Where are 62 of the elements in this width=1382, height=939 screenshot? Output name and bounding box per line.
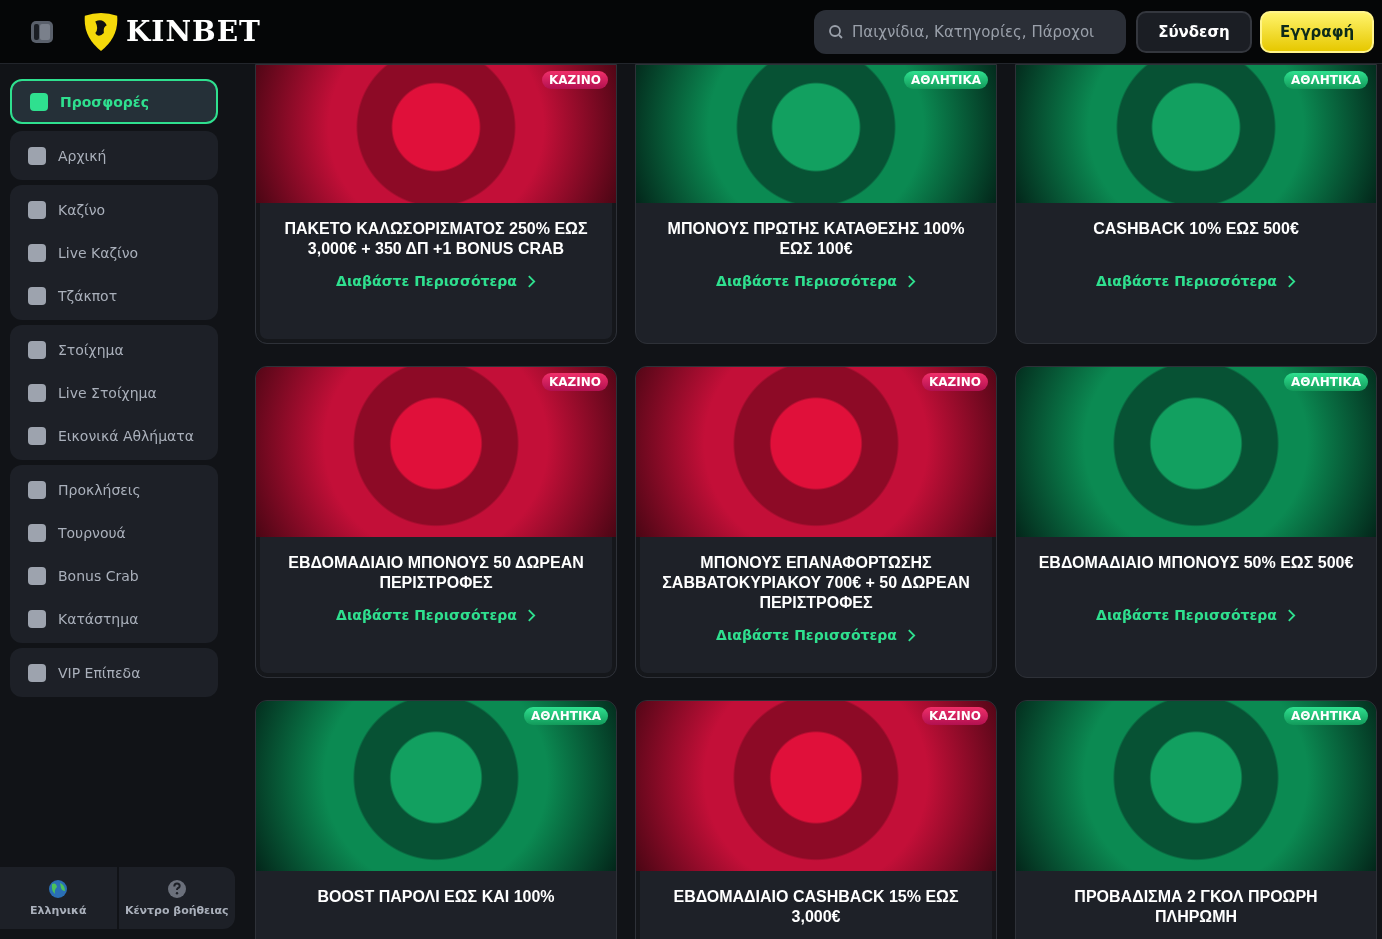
promo-title: ΠΑΚΕΤΟ ΚΑΛΩΣΟΡΙΣΜΑΤΟΣ 250% ΕΩΣ 3,000€ + 350 ΔΠ +1 BONUS CRAB: [283, 219, 589, 259]
read-more-link[interactable]: Διαβάστε Περισσότερα: [336, 607, 536, 623]
read-more-link[interactable]: Διαβάστε Περισσότερα: [336, 273, 536, 289]
promo-title: ΜΠΟΝΟΥΣ ΕΠΑΝΑΦΟΡΤΩΣΗΣ ΣΑΒΒΑΤΟΚΥΡΙΑΚΟΥ 700€ + 50 ΔΩΡΕΑΝ ΠΕΡΙΣΤΡΟΦΕΣ: [661, 553, 971, 613]
shield-logo-icon: [82, 11, 120, 52]
chevron-icon: [906, 628, 916, 642]
promo-title: BOOST ΠΑΡΟΛΙ ΕΩΣ ΚΑΙ 100%: [317, 887, 555, 907]
chevron-icon: [526, 608, 536, 622]
sidebar-item[interactable]: Καζίνο: [10, 189, 218, 230]
read-more-link[interactable]: Διαβάστε Περισσότερα: [716, 627, 916, 643]
sidebar-item[interactable]: Live Στοίχημα: [10, 372, 218, 413]
sidebar-item[interactable]: Τζάκποτ: [10, 275, 218, 316]
help-icon: [166, 879, 187, 899]
login-button[interactable]: Σύνδεση: [1136, 10, 1252, 53]
read-more-link[interactable]: Διαβάστε Περισσότερα: [1096, 273, 1296, 289]
sidebar-item[interactable]: Κατάστημα: [10, 598, 218, 639]
category-tag: ΑΘΛΗΤΙΚΑ: [1283, 71, 1368, 89]
promo-card[interactable]: ΚΑΖΙΝΟ ΕΒΔΟΜΑΔΙΑΙΟ ΜΠΟΝΟΥΣ 50 ΔΩΡΕΑΝ ΠΕΡΙΣΤΡΟΦΕΣ Διαβάστε Περισσότερα: [255, 366, 617, 678]
read-more-link[interactable]: Διαβάστε Περισσότερα: [1096, 607, 1296, 623]
chevron-icon: [526, 274, 536, 288]
language-button[interactable]: Ελληνικά: [0, 867, 119, 929]
promo-card[interactable]: ΚΑΖΙΝΟ ΜΠΟΝΟΥΣ ΕΠΑΝΑΦΟΡΤΩΣΗΣ ΣΑΒΒΑΤΟΚΥΡΙΑΚΟΥ 700€ + 50 ΔΩΡΕΑΝ ΠΕΡΙΣΤΡΟΦΕΣ Διαβάστε Περισσότερα: [635, 366, 997, 678]
category-tag: ΚΑΖΙΝΟ: [542, 373, 608, 391]
promo-title: ΕΒΔΟΜΑΔΙΑΙΟ ΜΠΟΝΟΥΣ 50% ΕΩΣ 500€: [1038, 553, 1354, 573]
category-tag: ΚΑΖΙΝΟ: [922, 373, 988, 391]
sidebar-item[interactable]: Τουρνουά: [10, 512, 218, 553]
register-button[interactable]: Εγγραφή: [1260, 10, 1374, 53]
sidebar-item[interactable]: Αρχική: [10, 135, 218, 176]
read-more-link[interactable]: Διαβάστε Περισσότερα: [716, 273, 916, 289]
chevron-icon: [1286, 274, 1296, 288]
promo-title: ΕΒΔΟΜΑΔΙΑΙΟ ΜΠΟΝΟΥΣ 50 ΔΩΡΕΑΝ ΠΕΡΙΣΤΡΟΦΕΣ: [287, 553, 585, 593]
promo-card[interactable]: ΚΑΖΙΝΟ ΕΒΔΟΜΑΔΙΑΙΟ CASHBACK 15% ΕΩΣ 3,000€: [635, 700, 997, 939]
category-tag: ΑΘΛΗΤΙΚΑ: [523, 707, 608, 725]
category-tag: ΚΑΖΙΝΟ: [922, 707, 988, 725]
brand-name: KINBET: [126, 15, 261, 48]
sidebar-item[interactable]: Στοίχημα: [10, 329, 218, 370]
globe-icon: [48, 879, 69, 899]
chevron-icon: [906, 274, 916, 288]
search-field[interactable]: Παιχνίδια, Κατηγορίες, Πάροχοι: [814, 9, 1126, 54]
promo-card[interactable]: ΑΘΛΗΤΙΚΑ ΜΠΟΝΟΥΣ ΠΡΩΤΗΣ ΚΑΤΑΘΕΣΗΣ 100% ΕΩΣ 100€ Διαβάστε Περισσότερα: [635, 64, 997, 344]
category-tag: ΑΘΛΗΤΙΚΑ: [1283, 373, 1368, 391]
help-button[interactable]: Κέντρο βοήθειας: [118, 867, 235, 929]
promo-title: ΜΠΟΝΟΥΣ ΠΡΩΤΗΣ ΚΑΤΑΘΕΣΗΣ 100% ΕΩΣ 100€: [666, 219, 966, 259]
promo-title: CASHBACK 10% ΕΩΣ 500€: [1093, 219, 1299, 239]
sidebar-item[interactable]: Live Καζίνο: [10, 232, 218, 273]
promo-card[interactable]: ΑΘΛΗΤΙΚΑ ΠΡΟΒΑΔΙΣΜΑ 2 ΓΚΟΛ ΠΡΟΩΡΗ ΠΛΗΡΩΜΗ: [1015, 700, 1377, 939]
promo-title: ΠΡΟΒΑΔΙΣΜΑ 2 ΓΚΟΛ ΠΡΟΩΡΗ ΠΛΗΡΩΜΗ: [1073, 887, 1319, 927]
category-tag: ΚΑΖΙΝΟ: [542, 71, 608, 89]
sidebar-item[interactable]: Εικονικά Αθλήματα: [10, 415, 218, 456]
sidebar-item[interactable]: Προκλήσεις: [10, 469, 218, 510]
promo-card[interactable]: ΑΘΛΗΤΙΚΑ BOOST ΠΑΡΟΛΙ ΕΩΣ ΚΑΙ 100%: [255, 700, 617, 939]
sidebar-item[interactable]: Bonus Crab: [10, 555, 218, 596]
sidebar-toggle-icon[interactable]: [30, 19, 54, 44]
promo-card[interactable]: ΑΘΛΗΤΙΚΑ ΕΒΔΟΜΑΔΙΑΙΟ ΜΠΟΝΟΥΣ 50% ΕΩΣ 500€ Διαβάστε Περισσότερα: [1015, 366, 1377, 678]
sidebar-item[interactable]: VIP Επίπεδα: [10, 652, 218, 693]
category-tag: ΑΘΛΗΤΙΚΑ: [1283, 707, 1368, 725]
chevron-icon: [1286, 608, 1296, 622]
sidebar-item[interactable]: Προσφορές: [10, 79, 218, 124]
promo-card[interactable]: ΑΘΛΗΤΙΚΑ CASHBACK 10% ΕΩΣ 500€ Διαβάστε Περισσότερα: [1015, 64, 1377, 344]
promo-title: ΕΒΔΟΜΑΔΙΑΙΟ CASHBACK 15% ΕΩΣ 3,000€: [672, 887, 960, 927]
category-tag: ΑΘΛΗΤΙΚΑ: [903, 71, 988, 89]
promo-card[interactable]: ΚΑΖΙΝΟ ΠΑΚΕΤΟ ΚΑΛΩΣΟΡΙΣΜΑΤΟΣ 250% ΕΩΣ 3,000€ + 350 ΔΠ +1 BONUS CRAB Διαβάστε Περισσότερα: [255, 64, 617, 344]
